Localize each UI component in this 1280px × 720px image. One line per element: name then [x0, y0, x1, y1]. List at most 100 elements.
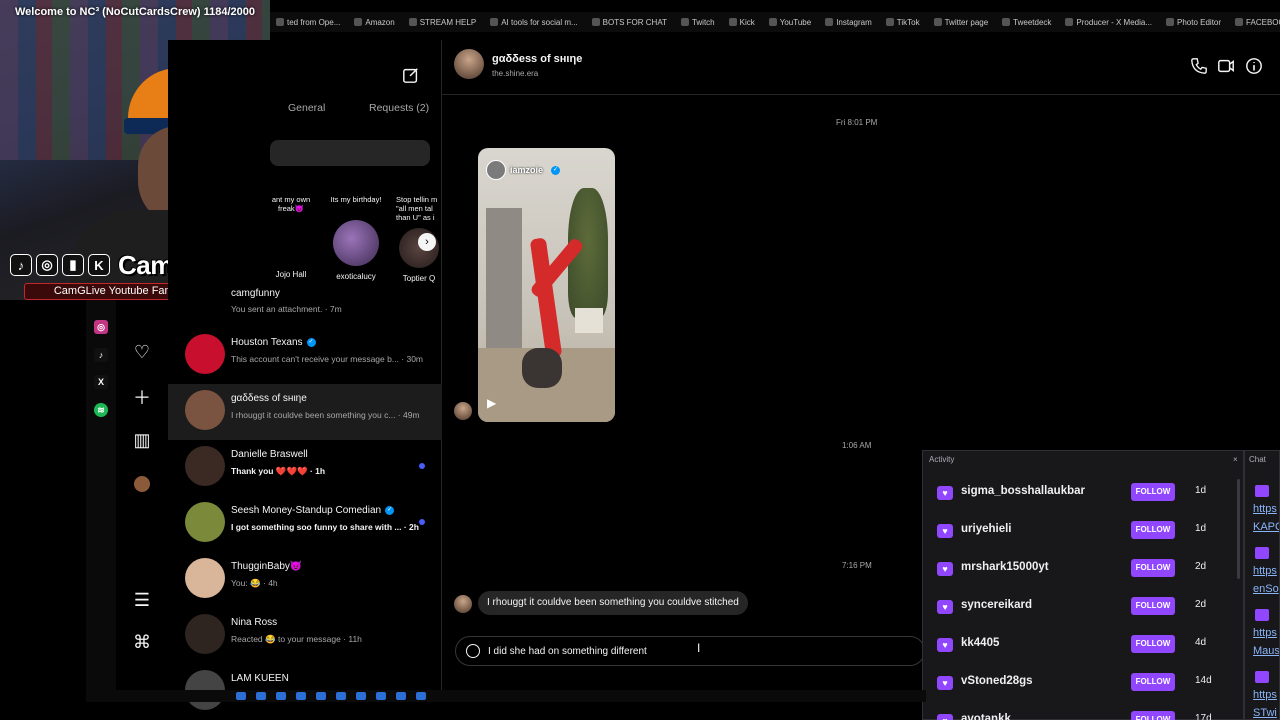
bookmark-item[interactable]: Twitter page [933, 18, 988, 27]
bookmark-icon [768, 18, 777, 26]
reel-door [486, 208, 522, 358]
spotify-app-icon[interactable]: ≋ [94, 403, 108, 417]
search-input[interactable] [270, 140, 430, 166]
taskbar-app-icon[interactable] [416, 692, 426, 700]
activity-scrollbar[interactable] [1237, 479, 1240, 579]
bookmark-item[interactable]: FACEBOOK EVERY... [1235, 18, 1280, 27]
chat-link[interactable]: KAPC [1253, 521, 1279, 533]
bookmark-icon [408, 18, 417, 26]
chat-display-name[interactable]: gαδδess of sнιηe [492, 53, 582, 65]
chat-link[interactable]: https [1253, 689, 1277, 701]
conversation-row[interactable]: Danielle Braswell Thank you ❤️❤️❤️ · 1h [168, 440, 442, 496]
note-item[interactable]: Its my birthday! exoticalucy [326, 195, 386, 281]
x-app-icon[interactable]: X [94, 375, 108, 389]
conversation-row[interactable]: Nina Ross Reacted 😂 to your message · 11h [168, 608, 442, 664]
message-input[interactable]: I did she had on something different [455, 636, 925, 666]
heart-icon[interactable]: ♡ [130, 340, 154, 364]
conversation-row[interactable]: ThugginBaby😈 You: 😂 · 4h [168, 552, 442, 608]
twitch-icon: ▮ [62, 254, 84, 276]
chat-link[interactable]: Maus [1253, 645, 1279, 657]
close-icon[interactable]: × [1233, 455, 1238, 464]
incoming-message: I rhouggt it couldve been something you … [478, 591, 748, 615]
instagram-app-icon[interactable]: ◎ [94, 320, 108, 334]
verified-badge-icon: ✓ [385, 505, 395, 515]
bookmark-item[interactable]: Instagram [825, 18, 872, 27]
activity-username: syncereikard [961, 599, 1032, 611]
bookmark-icon [276, 18, 284, 26]
unread-dot [419, 463, 425, 469]
chat-avatar[interactable] [454, 49, 484, 79]
tab-general[interactable]: General [288, 102, 325, 114]
taskbar-app-icon[interactable] [336, 692, 346, 700]
timestamp: 7:16 PM [842, 561, 872, 570]
conversation-avatar [185, 558, 225, 598]
video-call-icon[interactable] [1217, 57, 1235, 75]
conversation-preview: You sent an attachment. · 7m [231, 304, 342, 314]
taskbar-app-icon[interactable] [376, 692, 386, 700]
bookmark-icon [490, 18, 499, 26]
chat-link[interactable]: STwi [1253, 707, 1277, 719]
screen: ted from Ope... Amazon STREAM HELP AI tools… [0, 0, 1280, 720]
create-plus-icon[interactable]: ＋ [130, 385, 154, 409]
compose-icon[interactable] [402, 66, 420, 84]
conversation-row[interactable]: Houston Texans ✓ This account can't receiv… [168, 328, 442, 384]
info-icon[interactable] [1245, 57, 1263, 75]
conversation-row[interactable]: Seesh Money-Standup Comedian ✓ I got somet… [168, 496, 442, 552]
chat-link[interactable]: https [1253, 627, 1277, 639]
menu-icon[interactable]: ☰ [130, 588, 154, 612]
chat-link[interactable]: https [1253, 503, 1277, 515]
taskbar-app-icon[interactable] [356, 692, 366, 700]
emoji-icon[interactable] [466, 644, 480, 658]
bookmark-label: Twitch [691, 17, 715, 27]
tab-requests[interactable]: Requests (2) [369, 102, 429, 114]
bookmark-item[interactable]: BOTS FOR CHAT [591, 18, 667, 27]
bookmark-item[interactable]: AI tools for social m... [490, 17, 578, 27]
conversation-row[interactable]: gαδδess of sнιηe I rhouggt it couldve bee… [168, 384, 442, 440]
taskbar-app-icon[interactable] [396, 692, 406, 700]
activity-time: 1d [1195, 485, 1207, 496]
note-item[interactable]: ant my own freak😈 Jojo Hall [266, 195, 316, 279]
follow-heart-icon: ♥ [937, 524, 953, 538]
bookmark-item[interactable]: Twitch [680, 17, 715, 27]
taskbar-app-icon[interactable] [236, 692, 246, 700]
bookmark-label: AI tools for social m... [501, 17, 578, 27]
tiktok-app-icon[interactable]: ♪ [94, 348, 108, 362]
bookmark-label: STREAM HELP [419, 17, 477, 27]
threads-icon[interactable]: ⌘ [130, 630, 154, 654]
shared-reel[interactable] [478, 148, 615, 422]
conversation-name: Houston Texans ✓ [231, 337, 316, 348]
activity-item: ♥ vStoned28gs FOLLOW 14d [933, 671, 1223, 695]
follow-badge: FOLLOW [1131, 483, 1175, 501]
bookmark-label: FACEBOOK EVERY... [1246, 17, 1280, 27]
bookmark-item[interactable]: Amazon [354, 18, 395, 27]
bookmark-item[interactable]: Tweetdeck [1002, 18, 1051, 27]
taskbar-app-icon[interactable] [316, 692, 326, 700]
inbox-tabs: General Requests (2) [270, 102, 442, 120]
bookmark-item[interactable]: Producer - X Media... [1065, 18, 1152, 27]
bookmark-item[interactable]: YouTube [768, 18, 811, 27]
chat-link[interactable]: enSo [1253, 583, 1279, 595]
bookmark-item[interactable]: TikTok [885, 18, 920, 27]
taskbar-app-icon[interactable] [296, 692, 306, 700]
activity-username: mrshark15000yt [961, 561, 1049, 573]
bookmark-icon [591, 18, 600, 26]
profile-avatar-icon[interactable] [130, 472, 154, 496]
reels-icon: ▶ [487, 396, 497, 410]
dashboard-icon[interactable]: ▥ [130, 428, 154, 452]
activity-time: 4d [1195, 637, 1207, 648]
chat-link[interactable]: https [1253, 565, 1277, 577]
taskbar-app-icon[interactable] [276, 692, 286, 700]
bookmark-icon [728, 18, 737, 26]
bookmark-item[interactable]: STREAM HELP [408, 17, 477, 27]
activity-item: ♥ mrshark15000yt FOLLOW 2d [933, 557, 1223, 581]
activity-time: 17d [1195, 713, 1212, 720]
bookmark-item[interactable]: Kick [728, 18, 755, 27]
reel-author[interactable]: iamzoie ✓ [486, 160, 561, 180]
bookmark-icon [354, 18, 363, 26]
bookmark-item[interactable]: Photo Editor [1166, 18, 1221, 27]
activity-item: ♥ uriyehieli FOLLOW 1d [933, 519, 1223, 543]
bookmark-item[interactable]: ted from Ope... [276, 18, 340, 27]
taskbar-app-icon[interactable] [256, 692, 266, 700]
next-arrow-icon[interactable]: › [418, 233, 436, 251]
phone-icon[interactable] [1190, 57, 1208, 75]
